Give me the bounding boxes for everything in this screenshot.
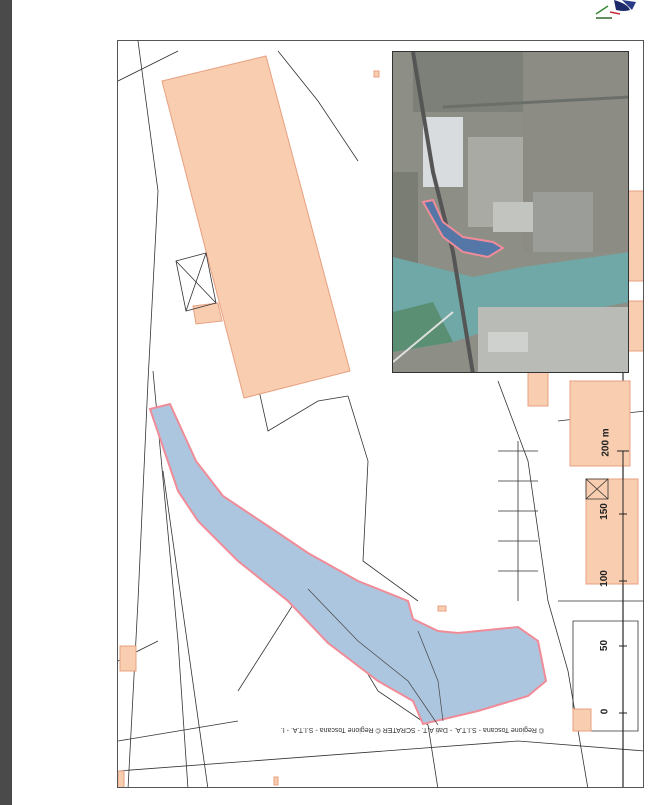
scale-tick-100: 100 (598, 570, 610, 587)
scale-tick-150: 150 (598, 503, 610, 520)
scale-tick-0: 0 (599, 708, 611, 715)
viewer-sidebar-gutter (0, 0, 12, 805)
document-page: 200 m 0 50 100 150 © Regione Toscana - S… (12, 0, 668, 805)
aerial-inset-map (392, 51, 629, 373)
map-frame: 200 m 0 50 100 150 (117, 40, 644, 788)
regione-logo-icon (595, 0, 636, 19)
scale-tick-50: 50 (599, 639, 611, 652)
map-credit: © Regione Toscana - S.I.T.A. - Dati A.T.… (280, 726, 544, 733)
scale-unit-label: 200 m (600, 428, 612, 457)
highlighted-area (148, 402, 548, 726)
